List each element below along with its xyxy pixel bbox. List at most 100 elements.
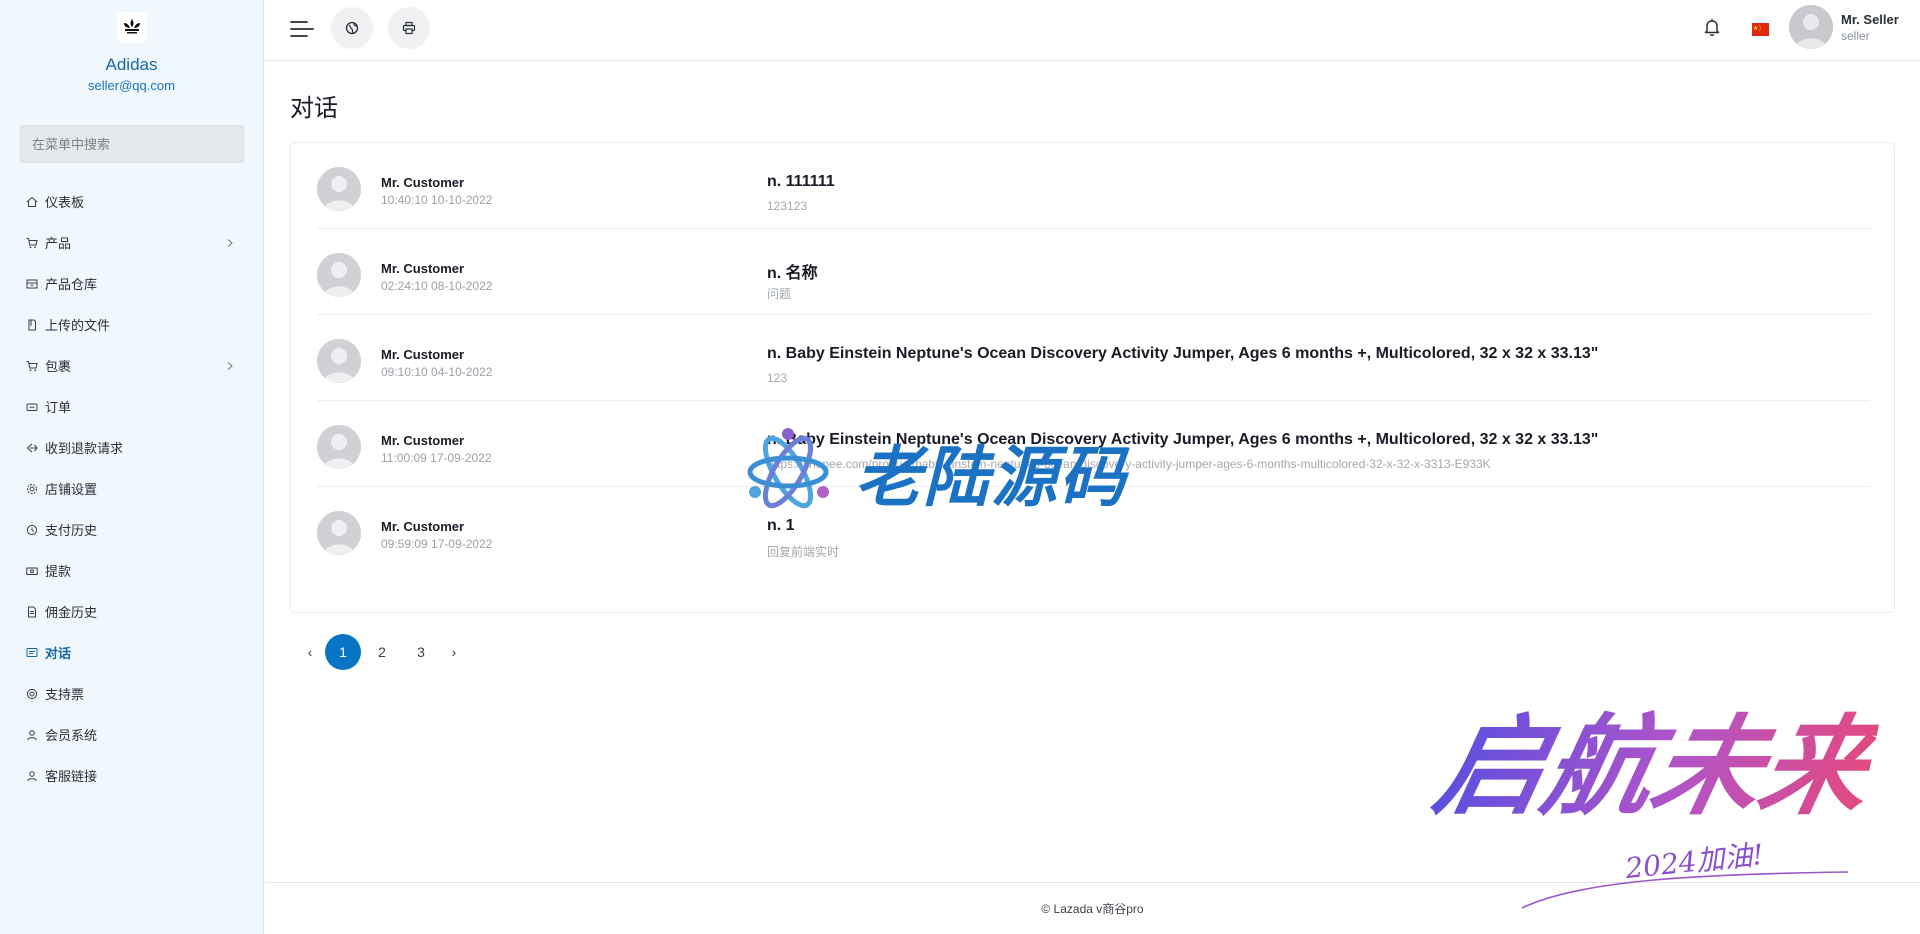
menu-search-input[interactable] xyxy=(20,125,244,163)
conversation-sender: Mr. Customer xyxy=(381,261,465,276)
sidebar-item-label: 支付历史 xyxy=(45,523,98,538)
notifications-button[interactable] xyxy=(1701,16,1723,38)
refund-icon xyxy=(26,442,38,454)
history-icon xyxy=(26,524,38,536)
conversation-time: 09:10:10 04-10-2022 xyxy=(381,365,493,379)
sidebar-item-label: 产品 xyxy=(45,236,72,251)
avatar-placeholder-icon xyxy=(317,511,361,555)
conversation-subject: n. 111111 xyxy=(767,173,835,190)
avatar xyxy=(317,167,361,211)
adidas-logo[interactable] xyxy=(116,12,147,42)
footer-copyright: © Lazada v商谷pro xyxy=(1041,902,1144,916)
sidebar-item-warehouse[interactable]: 产品仓库 xyxy=(0,263,263,304)
home-icon xyxy=(26,196,38,208)
conversation-row[interactable]: Mr. Customer 02:24:10 08-10-2022 n. 名称 问… xyxy=(317,229,1870,315)
chevron-right-icon xyxy=(227,361,233,370)
sidebar-item-payment-history[interactable]: 支付历史 xyxy=(0,509,263,550)
conversation-sender: Mr. Customer xyxy=(381,519,465,534)
support-icon xyxy=(26,688,38,700)
sidebar-item-service-links[interactable]: 客服链接 xyxy=(0,755,263,796)
avatar xyxy=(317,253,361,297)
file-icon xyxy=(26,319,38,331)
top-bar: Mr. Seller seller xyxy=(265,0,1920,61)
page-title: 对话 xyxy=(290,95,338,122)
sidebar-item-label: 仪表板 xyxy=(45,195,85,210)
conversation-subject: n. 名称 xyxy=(767,265,818,282)
conversation-sender: Mr. Customer xyxy=(381,433,465,448)
bell-icon xyxy=(1704,19,1720,36)
brand-email: seller@qq.com xyxy=(88,78,175,93)
conversation-subject: n. Baby Einstein Neptune's Ocean Discove… xyxy=(767,345,1599,362)
avatar xyxy=(317,425,361,469)
sidebar-item-label: 店铺设置 xyxy=(45,482,98,497)
ticket-icon xyxy=(26,401,38,413)
avatar-placeholder-icon xyxy=(317,253,361,297)
avatar xyxy=(317,339,361,383)
sidebar-item-dashboard[interactable]: 仪表板 xyxy=(0,181,263,222)
conversation-message: 问题 xyxy=(767,287,792,301)
conversation-row[interactable]: Mr. Customer 10:40:10 10-10-2022 n. 1111… xyxy=(317,143,1870,229)
sidebar-item-label: 包裹 xyxy=(45,359,72,374)
atom-logo-icon xyxy=(747,428,829,509)
sidebar-item-conversations[interactable]: 对话 xyxy=(0,632,263,673)
sidebar-item-label: 客服链接 xyxy=(45,769,98,784)
conversation-row[interactable]: Mr. Customer 09:10:10 04-10-2022 n. Baby… xyxy=(317,315,1870,401)
document-icon xyxy=(26,606,38,618)
avatar-placeholder-icon xyxy=(317,339,361,383)
sidebar-item-uploads[interactable]: 上传的文件 xyxy=(0,304,263,345)
conversation-message: 123 xyxy=(767,371,788,385)
sidebar-item-label: 对话 xyxy=(45,646,72,661)
sidebar-item-label: 收到退款请求 xyxy=(45,441,124,456)
avatar-placeholder-icon xyxy=(317,425,361,469)
center-watermark: 老陆源码 xyxy=(745,424,1127,520)
chevron-right-icon xyxy=(227,238,233,247)
sidebar: Adidas seller@qq.com 仪表板 产品 产品仓库 上传的文件 包… xyxy=(0,0,264,934)
sidebar-item-label: 提款 xyxy=(45,564,72,579)
pagination-page-1[interactable]: 1 xyxy=(325,634,361,670)
sidebar-item-products[interactable]: 产品 xyxy=(0,222,263,263)
sidebar-item-support-tickets[interactable]: 支持票 xyxy=(0,673,263,714)
menu-toggle-button[interactable] xyxy=(289,17,315,41)
print-button[interactable] xyxy=(388,7,430,49)
sidebar-item-label: 上传的文件 xyxy=(45,318,111,333)
sidebar-item-commission-history[interactable]: 佣金历史 xyxy=(0,591,263,632)
sidebar-item-withdraw[interactable]: 提款 xyxy=(0,550,263,591)
sidebar-item-label: 支持票 xyxy=(45,687,85,702)
brand-name: Adidas xyxy=(105,55,158,74)
china-flag-icon xyxy=(1752,24,1769,36)
user-name[interactable]: Mr. Seller xyxy=(1841,12,1899,27)
cart-icon xyxy=(26,360,38,372)
brand: Adidas seller@qq.com xyxy=(0,0,263,93)
hamburger-icon xyxy=(290,21,314,37)
language-flag-button[interactable] xyxy=(1752,23,1769,36)
avatar xyxy=(317,511,361,555)
pagination-page-2[interactable]: 2 xyxy=(364,634,400,670)
website-button[interactable] xyxy=(331,7,373,49)
conversation-list: Mr. Customer 10:40:10 10-10-2022 n. 1111… xyxy=(290,142,1895,613)
user-role: seller xyxy=(1841,29,1870,43)
sidebar-item-label: 产品仓库 xyxy=(45,277,98,292)
gear-icon xyxy=(26,483,38,495)
archive-icon xyxy=(26,278,38,290)
avatar[interactable] xyxy=(1789,5,1833,49)
avatar-placeholder-icon xyxy=(1789,5,1833,49)
globe-icon xyxy=(345,21,359,35)
conversation-time: 11:00:09 17-09-2022 xyxy=(381,451,492,465)
pagination: ‹ 1 2 3 › xyxy=(298,634,469,670)
chat-icon xyxy=(26,647,38,659)
conversation-time: 10:40:10 10-10-2022 xyxy=(381,193,493,207)
user-icon xyxy=(26,770,38,782)
sidebar-item-refund-requests[interactable]: 收到退款请求 xyxy=(0,427,263,468)
adidas-trefoil-icon xyxy=(123,19,140,34)
pagination-prev-button[interactable]: ‹ xyxy=(298,634,322,670)
sidebar-item-shop-settings[interactable]: 店铺设置 xyxy=(0,468,263,509)
conversation-time: 09:59:09 17-09-2022 xyxy=(381,537,493,551)
sidebar-item-packages[interactable]: 包裹 xyxy=(0,345,263,386)
money-icon xyxy=(26,565,38,577)
sidebar-item-membership[interactable]: 会员系统 xyxy=(0,714,263,755)
sidebar-item-orders[interactable]: 订单 xyxy=(0,386,263,427)
pagination-page-3[interactable]: 3 xyxy=(403,634,439,670)
center-watermark-text: 老陆源码 xyxy=(855,439,1127,516)
pagination-next-button[interactable]: › xyxy=(442,634,466,670)
cart-icon xyxy=(26,237,38,249)
